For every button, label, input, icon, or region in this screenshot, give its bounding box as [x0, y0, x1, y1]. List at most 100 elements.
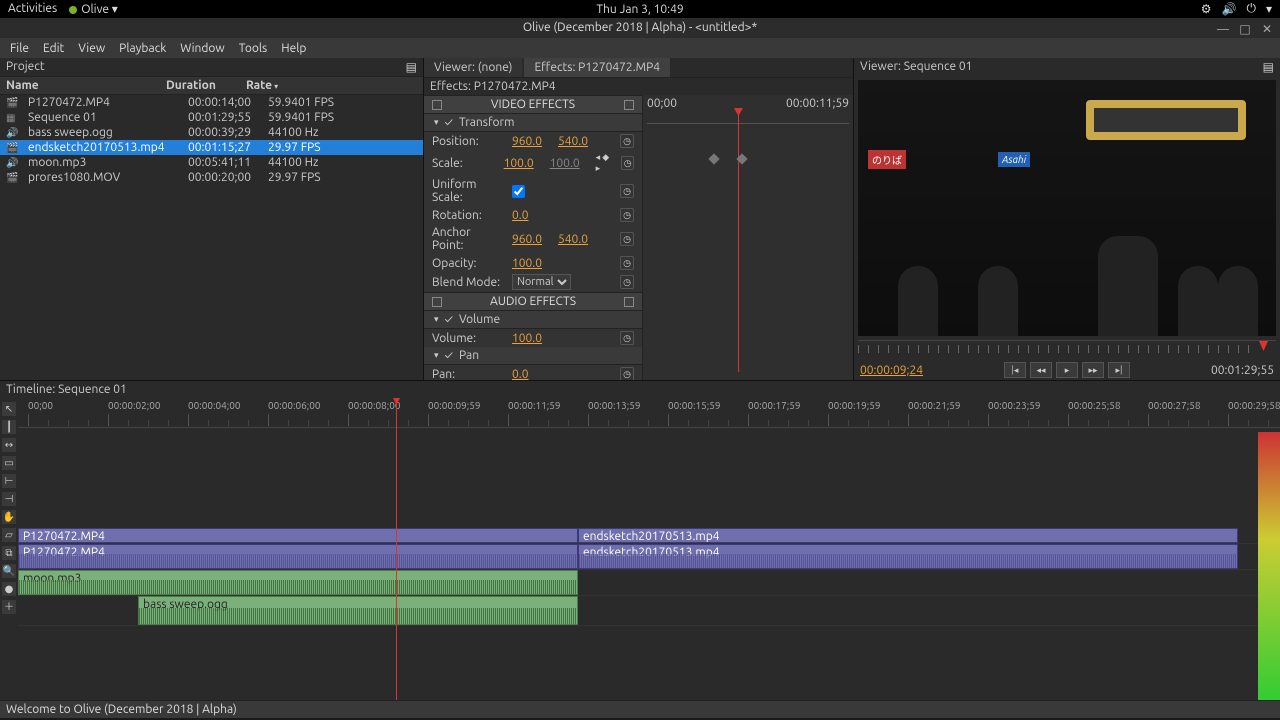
project-item[interactable]: 🎬prores1080.MOV00:00:20;0029.97 FPS: [0, 170, 423, 185]
effects-keyframe-area[interactable]: 00;0000:00:11;59: [642, 95, 853, 380]
add-audio-effect-icon[interactable]: [624, 297, 634, 307]
user-menu-icon[interactable]: ▾: [1266, 2, 1272, 16]
blend-keyframe-button[interactable]: ◷: [620, 275, 634, 289]
add-video-effect-icon[interactable]: [624, 100, 634, 110]
viewer-ruler[interactable]: [858, 340, 1276, 360]
video-track-1[interactable]: P1270472.MP4 endsketch20170513.mp4: [18, 528, 1280, 544]
position-y[interactable]: 540.0: [558, 135, 596, 148]
edit-tool[interactable]: ┃: [2, 420, 16, 434]
snap-tool[interactable]: ⧉: [2, 546, 16, 560]
effects-panel: Viewer: (none) Effects: P1270472.MP4 Eff…: [424, 58, 854, 380]
scale-x[interactable]: 100.0: [504, 157, 542, 170]
audio-track-2[interactable]: moon.mp3: [18, 570, 1280, 596]
pointer-tool[interactable]: ↖: [2, 402, 16, 416]
record-tool[interactable]: ●: [2, 582, 16, 596]
clip-a1-b: endsketch20170513.mp4: [578, 544, 1238, 569]
clip-v1-a: P1270472.MP4: [18, 528, 578, 543]
zoom-tool[interactable]: 🔍: [2, 564, 16, 578]
transition-tool[interactable]: ▱: [2, 528, 16, 542]
volume-icon[interactable]: 🔊: [1222, 2, 1237, 16]
hand-tool[interactable]: ✋: [2, 510, 16, 524]
project-item[interactable]: 🎬P1270472.MP400:00:14;0059.9401 FPS: [0, 95, 423, 110]
audio-track-3[interactable]: bass sweep.ogg: [18, 596, 1280, 626]
slip-tool[interactable]: ⊢: [2, 474, 16, 488]
opacity-value[interactable]: 100.0: [512, 257, 550, 270]
app-menu[interactable]: Olive ▾: [69, 2, 118, 16]
minimize-button[interactable]: —: [1216, 20, 1230, 40]
menu-playback[interactable]: Playback: [119, 42, 166, 55]
column-rate[interactable]: Rate: [246, 79, 417, 92]
viewer-canvas[interactable]: のりば Asahi DOTONBORI: [858, 80, 1276, 336]
uniform-keyframe-button[interactable]: ◷: [620, 184, 634, 198]
menu-file[interactable]: File: [10, 42, 29, 55]
panel-menu-icon[interactable]: ▤: [1263, 60, 1274, 74]
activities-button[interactable]: Activities: [8, 2, 57, 16]
anchor-x[interactable]: 960.0: [512, 233, 550, 246]
timeline-tools: ↖ ┃ ↔ ▭ ⊢ ⊣ ✋ ▱ ⧉ 🔍 ● ＋: [0, 398, 18, 700]
rotation-value[interactable]: 0.0: [512, 209, 550, 222]
scale-keyframe-button[interactable]: ◷: [621, 156, 634, 170]
blend-mode-select[interactable]: Normal: [512, 274, 571, 290]
viewer-duration: 00:01:29;55: [1211, 364, 1274, 377]
panel-menu-icon[interactable]: ▤: [406, 60, 417, 74]
fast-forward-button[interactable]: ▸▸: [1082, 362, 1104, 378]
anchor-keyframe-button[interactable]: ◷: [620, 232, 634, 246]
viewer-current-time[interactable]: 00:00:09;24: [860, 364, 923, 377]
network-icon[interactable]: ⚙: [1201, 2, 1212, 16]
anchor-y[interactable]: 540.0: [558, 233, 596, 246]
volume-keyframe-button[interactable]: ◷: [620, 331, 634, 345]
tab-effects[interactable]: Effects: P1270472.MP4: [524, 58, 670, 77]
scene-sign-noriba: のりば: [868, 150, 906, 169]
uniform-scale-checkbox[interactable]: [512, 185, 525, 198]
razor-tool[interactable]: ▭: [2, 456, 16, 470]
opacity-keyframe-button[interactable]: ◷: [620, 256, 634, 270]
close-button[interactable]: ✕: [1260, 20, 1274, 40]
audio-track-1[interactable]: P1270472.MP4 endsketch20170513.mp4: [18, 544, 1280, 570]
project-item[interactable]: 🔊bass sweep.ogg00:00:39;2944100 Hz: [0, 125, 423, 140]
project-item[interactable]: ▦Sequence 0100:01:29;5559.9401 FPS: [0, 110, 423, 125]
project-item[interactable]: 🔊moon.mp300:05:41;1144100 Hz: [0, 155, 423, 170]
menu-tools[interactable]: Tools: [239, 42, 268, 55]
menu-edit[interactable]: Edit: [43, 42, 64, 55]
goto-end-button[interactable]: ▸|: [1108, 362, 1130, 378]
statusbar: Welcome to Olive (December 2018 | Alpha): [0, 700, 1280, 718]
add-tool[interactable]: ＋: [2, 600, 16, 614]
volume-value[interactable]: 100.0: [512, 332, 550, 345]
timeline-title: Timeline: Sequence 01: [0, 381, 1280, 398]
maximize-button[interactable]: □: [1238, 20, 1252, 40]
project-title: Project: [6, 60, 45, 74]
position-x[interactable]: 960.0: [512, 135, 550, 148]
menu-help[interactable]: Help: [281, 42, 306, 55]
audio-effects-toggle-icon[interactable]: [432, 297, 442, 307]
timeline-ruler[interactable]: 00;0000:00:02;0000:00:04;0000:00:06;0000…: [18, 398, 1280, 428]
rewind-button[interactable]: ◂◂: [1030, 362, 1052, 378]
rotation-keyframe-button[interactable]: ◷: [620, 208, 634, 222]
pan-value[interactable]: 0.0: [512, 368, 550, 381]
pan-keyframe-button[interactable]: ◷: [620, 367, 634, 380]
timeline-area[interactable]: 00;0000:00:02;0000:00:04;0000:00:06;0000…: [18, 398, 1280, 700]
column-duration[interactable]: Duration: [166, 79, 246, 92]
play-button[interactable]: ▸: [1056, 362, 1078, 378]
transform-section[interactable]: ▾✓Transform: [424, 114, 642, 132]
column-name[interactable]: Name: [6, 79, 166, 92]
tab-viewer-none[interactable]: Viewer: (none): [424, 58, 522, 77]
position-keyframe-button[interactable]: ◷: [620, 134, 634, 148]
window-title: Olive (December 2018 | Alpha) - <untitle…: [523, 21, 757, 34]
video-effects-toggle-icon[interactable]: [432, 100, 442, 110]
clip-a3-a: bass sweep.ogg: [138, 596, 578, 625]
scale-y[interactable]: 100.0: [550, 157, 588, 170]
menu-window[interactable]: Window: [180, 42, 224, 55]
viewer-panel: Viewer: Sequence 01▤ のりば Asahi DOTONBORI…: [854, 58, 1280, 380]
slide-tool[interactable]: ⊣: [2, 492, 16, 506]
volume-section[interactable]: ▾✓Volume: [424, 311, 642, 329]
window-titlebar: Olive (December 2018 | Alpha) - <untitle…: [0, 18, 1280, 38]
timeline-panel: Timeline: Sequence 01 ↖ ┃ ↔ ▭ ⊢ ⊣ ✋ ▱ ⧉ …: [0, 380, 1280, 700]
power-icon[interactable]: ⏻: [1246, 2, 1256, 16]
project-item[interactable]: 🎬endsketch20170513.mp400:01:15;2729.97 F…: [0, 140, 423, 155]
pan-section[interactable]: ▾✓Pan: [424, 347, 642, 365]
ripple-tool[interactable]: ↔: [2, 438, 16, 452]
audio-effects-header: AUDIO EFFECTS: [446, 295, 620, 308]
scene-sign-asahi: Asahi: [998, 152, 1030, 167]
menu-view[interactable]: View: [78, 42, 105, 55]
goto-start-button[interactable]: |◂: [1004, 362, 1026, 378]
